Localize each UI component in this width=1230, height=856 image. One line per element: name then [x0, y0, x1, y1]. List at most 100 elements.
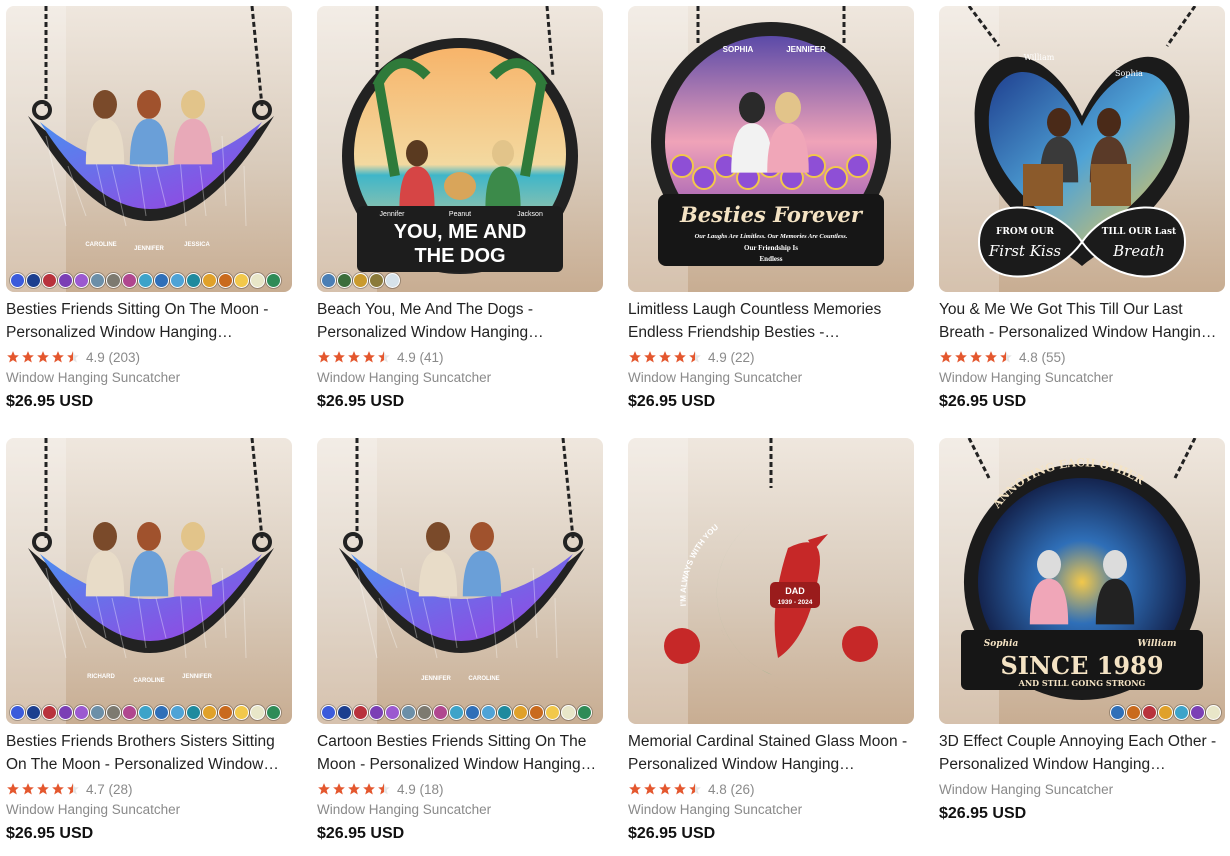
color-swatch[interactable]	[433, 705, 448, 720]
color-swatch[interactable]	[1142, 705, 1157, 720]
color-swatch[interactable]	[266, 273, 281, 288]
product-image[interactable]: CAROLINE JENNIFER JESSICA	[6, 6, 292, 292]
color-swatch[interactable]	[202, 273, 217, 288]
color-swatch[interactable]	[353, 705, 368, 720]
color-swatch[interactable]	[1126, 705, 1141, 720]
product-card[interactable]: William Sophia FROM OUR First Kiss TILL OUR …	[939, 6, 1225, 424]
color-swatch[interactable]	[337, 273, 352, 288]
color-swatch[interactable]	[1190, 705, 1205, 720]
product-image[interactable]: William Sophia FROM OUR First Kiss TILL OUR …	[939, 6, 1225, 292]
color-swatches	[10, 273, 281, 288]
product-title[interactable]: 3D Effect Couple Annoying Each Other - P…	[939, 730, 1225, 776]
color-swatch[interactable]	[417, 705, 432, 720]
product-image[interactable]: ANNOYING EACH OTHER Sophia William SINCE 19…	[939, 438, 1225, 724]
color-swatch[interactable]	[513, 705, 528, 720]
product-image[interactable]: RICHARD CAROLINE JENNIFER	[6, 438, 292, 724]
color-swatch[interactable]	[561, 705, 576, 720]
color-swatch[interactable]	[577, 705, 592, 720]
color-swatch[interactable]	[401, 705, 416, 720]
color-swatch[interactable]	[1174, 705, 1189, 720]
color-swatch[interactable]	[106, 273, 121, 288]
color-swatch[interactable]	[449, 705, 464, 720]
color-swatch[interactable]	[385, 705, 400, 720]
color-swatch[interactable]	[266, 705, 281, 720]
color-swatch[interactable]	[26, 273, 41, 288]
color-swatch[interactable]	[42, 705, 57, 720]
product-card[interactable]: RICHARD CAROLINE JENNIFER Besties Friends B…	[6, 438, 292, 856]
color-swatch[interactable]	[218, 705, 233, 720]
color-swatch[interactable]	[122, 273, 137, 288]
product-card[interactable]: DAD 1939 - 2024 I'M ALWAYS WITH YOU Memoria…	[628, 438, 914, 856]
color-swatch[interactable]	[1206, 705, 1221, 720]
star-icon	[955, 351, 967, 363]
color-swatch[interactable]	[321, 273, 336, 288]
color-swatch[interactable]	[90, 705, 105, 720]
product-illustration: SOPHIA JENNIFER Besties Forever Our Laughs …	[628, 6, 891, 292]
color-swatch[interactable]	[202, 705, 217, 720]
product-card[interactable]: JENNIFER CAROLINE Cartoon Besties Friends …	[317, 438, 603, 856]
engraved-name: William	[1138, 639, 1177, 649]
product-category: Window Hanging Suncatcher	[628, 802, 803, 817]
color-swatch[interactable]	[250, 273, 265, 288]
color-swatch[interactable]	[250, 705, 265, 720]
caption-text: Breath	[1112, 242, 1165, 260]
color-swatch[interactable]	[26, 705, 41, 720]
color-swatch[interactable]	[234, 705, 249, 720]
color-swatch[interactable]	[186, 273, 201, 288]
color-swatch[interactable]	[10, 705, 25, 720]
color-swatch[interactable]	[385, 273, 400, 288]
star-icon	[674, 783, 686, 795]
color-swatch[interactable]	[369, 705, 384, 720]
color-swatch[interactable]	[186, 705, 201, 720]
product-title[interactable]: Memorial Cardinal Stained Glass Moon - P…	[628, 730, 914, 776]
color-swatch[interactable]	[154, 273, 169, 288]
color-swatch[interactable]	[481, 705, 496, 720]
product-card[interactable]: ANNOYING EACH OTHER Sophia William SINCE 19…	[939, 438, 1225, 856]
color-swatch[interactable]	[170, 705, 185, 720]
color-swatch[interactable]	[138, 273, 153, 288]
color-swatch[interactable]	[58, 705, 73, 720]
color-swatch[interactable]	[74, 273, 89, 288]
color-swatch[interactable]	[218, 273, 233, 288]
color-swatch[interactable]	[154, 705, 169, 720]
product-title[interactable]: Limitless Laugh Countless Memories Endle…	[628, 298, 914, 344]
color-swatch[interactable]	[234, 273, 249, 288]
color-swatch[interactable]	[74, 705, 89, 720]
product-card[interactable]: SOPHIA JENNIFER Besties Forever Our Laughs …	[628, 6, 914, 424]
color-swatch[interactable]	[170, 273, 185, 288]
color-swatch[interactable]	[1158, 705, 1173, 720]
product-title[interactable]: Besties Friends Sitting On The Moon - Pe…	[6, 298, 292, 344]
color-swatch[interactable]	[497, 705, 512, 720]
color-swatch[interactable]	[58, 273, 73, 288]
color-swatch[interactable]	[337, 705, 352, 720]
color-swatch[interactable]	[1110, 705, 1125, 720]
color-swatches	[10, 705, 281, 720]
color-swatch[interactable]	[353, 273, 368, 288]
product-price: $26.95 USD	[628, 393, 716, 410]
color-swatch[interactable]	[369, 273, 384, 288]
product-image[interactable]: Jennifer Peanut Jackson YOU, ME AND THE DOG	[317, 6, 603, 292]
product-title[interactable]: Cartoon Besties Friends Sitting On The M…	[317, 730, 603, 776]
color-swatch[interactable]	[465, 705, 480, 720]
color-swatch[interactable]	[529, 705, 544, 720]
color-swatch[interactable]	[106, 705, 121, 720]
color-swatch[interactable]	[138, 705, 153, 720]
product-image[interactable]: DAD 1939 - 2024 I'M ALWAYS WITH YOU	[628, 438, 914, 724]
product-title[interactable]: You & Me We Got This Till Our Last Breat…	[939, 298, 1225, 344]
product-card[interactable]: CAROLINE JENNIFER JESSICA Besties Friends S…	[6, 6, 292, 424]
product-card[interactable]: Jennifer Peanut Jackson YOU, ME AND THE DOG B…	[317, 6, 603, 424]
color-swatch[interactable]	[545, 705, 560, 720]
product-title[interactable]: Beach You, Me And The Dogs - Personalize…	[317, 298, 603, 344]
product-image[interactable]: SOPHIA JENNIFER Besties Forever Our Laughs …	[628, 6, 914, 292]
color-swatch[interactable]	[10, 273, 25, 288]
figure-head	[406, 140, 428, 167]
figure-head	[93, 90, 117, 119]
product-image[interactable]: JENNIFER CAROLINE	[317, 438, 603, 724]
color-swatch[interactable]	[321, 705, 336, 720]
engraved-name: JENNIFER	[182, 674, 212, 680]
product-title[interactable]: Besties Friends Brothers Sisters Sitting…	[6, 730, 292, 776]
color-swatch[interactable]	[122, 705, 137, 720]
color-swatch[interactable]	[90, 273, 105, 288]
color-swatch[interactable]	[42, 273, 57, 288]
product-illustration: ANNOYING EACH OTHERSophia WilliamSINCE 19…	[939, 438, 1203, 724]
